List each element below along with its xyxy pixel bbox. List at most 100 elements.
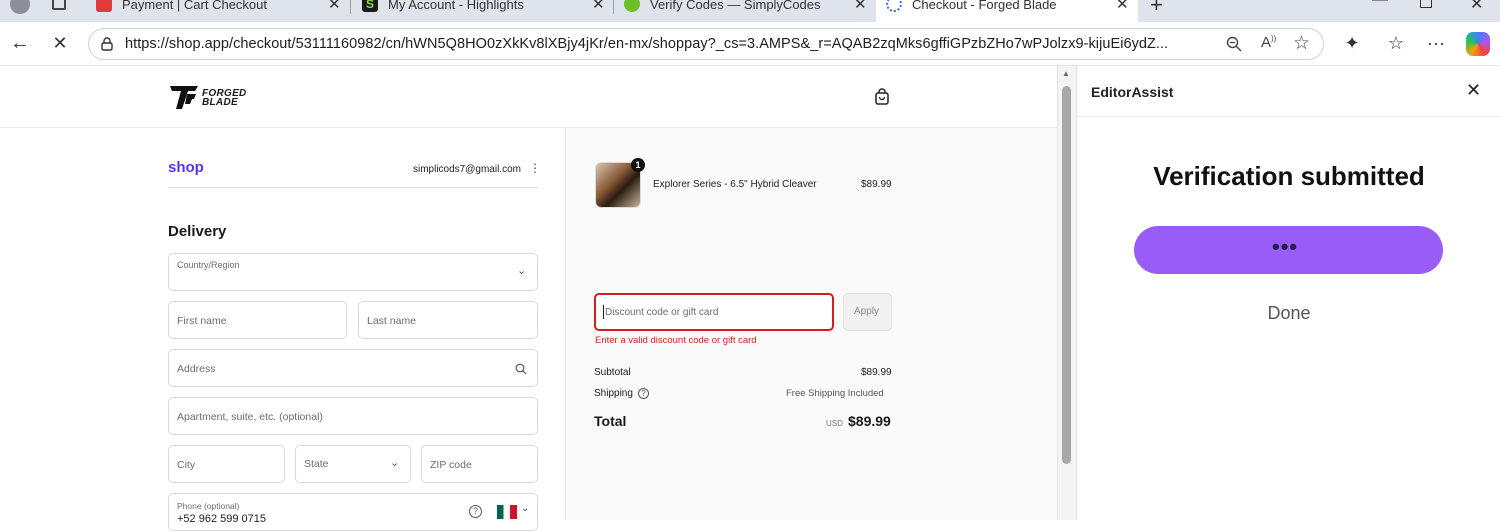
tab-checkout-forged-blade[interactable]: Checkout - Forged Blade ✕ [876,0,1138,22]
site-header: FORGED BLADE [0,66,1058,128]
shipping-value: Free Shipping Included [786,388,884,399]
url-text: https://shop.app/checkout/53111160982/cn… [125,36,1169,52]
tab-favicon-icon [96,0,112,12]
product-price: $89.99 [861,179,892,190]
account-menu-icon[interactable]: ⋮ [529,161,541,175]
total-label: Total [594,413,627,429]
zip-field[interactable]: ZIP code [421,445,538,483]
total-value: $89.99 [848,413,891,429]
help-icon[interactable]: ? [469,505,482,518]
verification-heading: Verification submitted [1153,161,1425,191]
stop-loading-icon[interactable]: ✕ [48,31,72,55]
discount-input[interactable]: Discount code or gift card [594,293,834,331]
tab-loading-icon [886,0,902,12]
tab-title: Checkout - Forged Blade [912,0,1057,12]
favorites-icon[interactable]: ☆ [1384,31,1408,55]
subtotal-label: Subtotal [594,367,631,378]
address-field[interactable]: Address [168,349,538,387]
tab-close-icon[interactable]: ✕ [854,0,867,13]
done-button[interactable]: Done [1077,303,1500,324]
site-info-icon[interactable] [99,36,115,52]
logo-text-blade: BLADE [202,97,238,108]
country-label: Country/Region [177,260,240,270]
city-placeholder: City [177,459,196,471]
zoom-icon[interactable] [1225,35,1243,53]
total-currency: USD [826,419,843,428]
copilot-icon[interactable] [1466,32,1490,56]
tab-favicon-icon [624,0,640,12]
apply-label: Apply [854,306,880,317]
tab-favicon-icon: S [362,0,378,12]
close-icon[interactable]: ✕ [1466,80,1481,101]
state-select[interactable]: State ⌄ [295,445,411,483]
scroll-up-icon[interactable]: ▲ [1062,69,1070,78]
profile-icon[interactable] [10,0,30,14]
shop-pay-logo[interactable]: shop [168,159,204,176]
delivery-heading: Delivery [168,223,227,240]
last-name-field[interactable]: Last name [358,301,538,339]
quantity-badge: 1 [631,158,645,172]
more-menu-icon[interactable]: ··· [1424,31,1448,55]
chevron-down-icon: ⌄ [521,503,530,514]
subtotal-value: $89.99 [861,367,892,378]
panel-title: EditorAssist [1091,84,1174,100]
favorite-star-icon[interactable]: ☆ [1293,32,1310,55]
checkout-page: FORGED BLADE shop simplicods7@gmail.com … [0,66,1058,531]
read-aloud-icon[interactable]: A)) [1261,34,1276,51]
tab-payment[interactable]: Payment | Cart Checkout ✕ [86,0,348,22]
editorassist-panel: EditorAssist ✕ Verification submitted ••… [1076,66,1500,520]
tab-title: Payment | Cart Checkout [122,0,267,12]
tab-verify-codes[interactable]: Verify Codes — SimplyCodes ✕ [614,0,874,22]
minimize-icon[interactable]: — [1372,0,1388,9]
apply-button[interactable]: Apply [843,293,892,331]
tab-my-account[interactable]: S My Account - Highlights ✕ [352,0,612,22]
forged-blade-logo[interactable]: FORGED BLADE [168,82,258,112]
mexico-flag-icon[interactable] [497,505,517,519]
phone-value: +52 962 599 0715 [177,513,267,525]
first-name-field[interactable]: First name [168,301,347,339]
tab-title: Verify Codes — SimplyCodes [650,0,821,12]
phone-field[interactable]: Phone (optional) +52 962 599 0715 ? ⌄ [168,493,538,531]
phone-label: Phone (optional) [177,501,240,511]
divider [168,187,538,188]
order-summary: 1 Explorer Series - 6.5" Hybrid Cleaver … [567,128,1057,520]
apartment-field[interactable]: Apartment, suite, etc. (optional) [168,397,538,435]
state-label: State [304,458,329,470]
loading-dots-icon: ••• [1272,234,1299,259]
shipping-help-icon[interactable]: ? [638,388,649,399]
delivery-column: shop simplicods7@gmail.com ⋮ Delivery Co… [0,128,566,531]
cart-bag-icon[interactable] [874,88,890,106]
tab-close-icon[interactable]: ✕ [1116,0,1129,13]
close-window-icon[interactable]: ✕ [1470,0,1483,14]
last-name-placeholder: Last name [367,315,417,327]
new-tab-icon[interactable]: + [1150,0,1163,18]
tab-title: My Account - Highlights [388,0,524,12]
loading-button[interactable]: ••• [1134,226,1443,274]
zip-placeholder: ZIP code [430,459,472,471]
address-placeholder: Address [177,363,216,375]
text-cursor [603,305,604,319]
page-scrollbar[interactable]: ▲ [1058,66,1076,520]
account-email: simplicods7@gmail.com [413,164,521,175]
tab-actions-icon[interactable] [52,0,66,10]
restore-icon[interactable] [1420,0,1432,8]
chevron-down-icon: ⌄ [517,265,527,277]
product-name: Explorer Series - 6.5" Hybrid Cleaver [653,179,817,190]
discount-placeholder: Discount code or gift card [605,307,719,318]
browser-toolbar: ← ✕ https://shop.app/checkout/5311116098… [0,22,1500,66]
search-icon [515,362,527,375]
apartment-placeholder: Apartment, suite, etc. (optional) [177,411,323,423]
browser-tab-bar: Payment | Cart Checkout ✕ S My Account -… [0,0,1500,22]
tab-close-icon[interactable]: ✕ [592,0,605,13]
scrollbar-thumb[interactable] [1062,86,1071,464]
shipping-label: Shipping [594,388,633,399]
tab-close-icon[interactable]: ✕ [328,0,341,13]
country-select[interactable]: Country/Region ⌄ [168,253,538,291]
address-bar[interactable]: https://shop.app/checkout/53111160982/cn… [88,28,1324,60]
panel-divider [1077,116,1500,117]
back-icon[interactable]: ← [8,31,32,55]
extensions-icon[interactable]: ✦ [1340,31,1364,55]
discount-error: Enter a valid discount code or gift card [595,335,757,346]
city-field[interactable]: City [168,445,285,483]
first-name-placeholder: First name [177,315,227,327]
